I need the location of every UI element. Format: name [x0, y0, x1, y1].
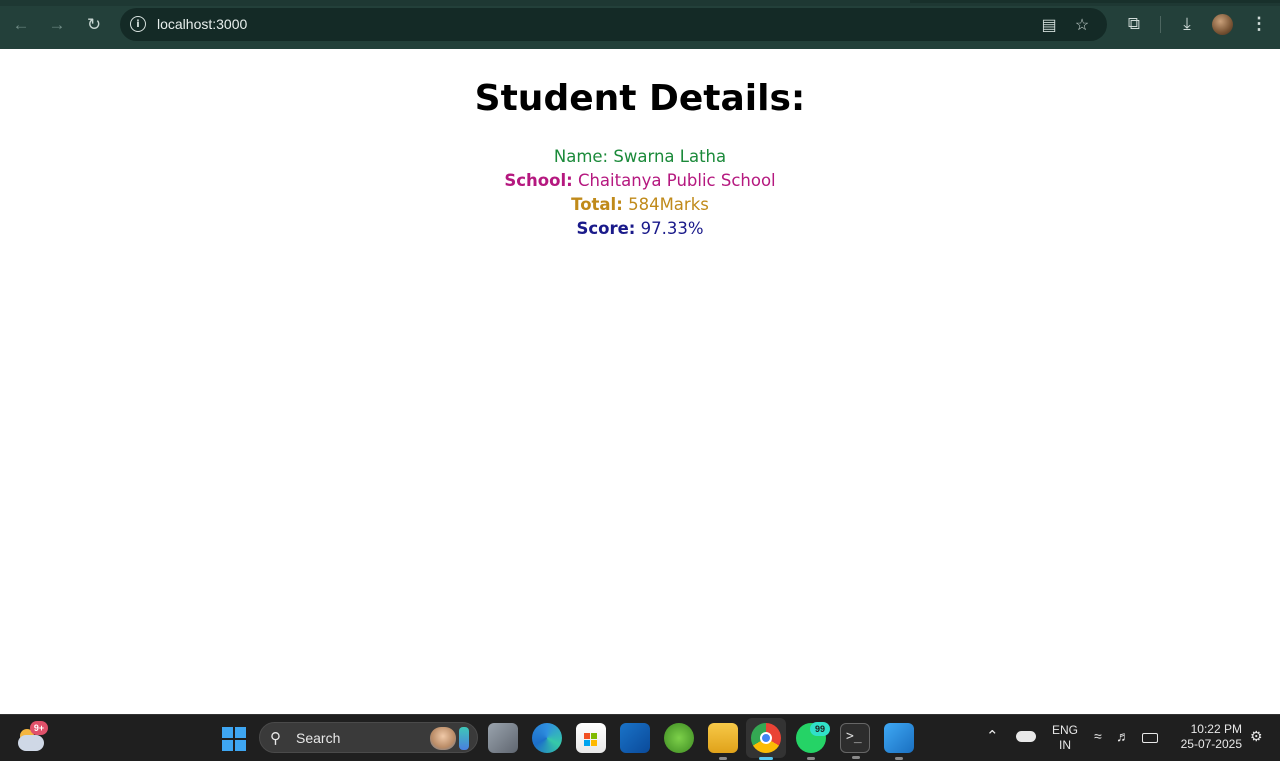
- language-line1: ENG: [1051, 723, 1078, 737]
- back-arrow-icon[interactable]: ←: [8, 12, 34, 38]
- running-indicator: [895, 757, 903, 760]
- chrome-center: [760, 732, 772, 744]
- battery-icon[interactable]: [1142, 733, 1158, 743]
- notification-bell-icon[interactable]: ⚙: [1250, 729, 1263, 744]
- school-row: School: Chaitanya Public School: [0, 169, 1280, 193]
- running-indicator: [719, 757, 727, 760]
- student-details: Name: Swarna Latha School: Chaitanya Pub…: [0, 145, 1280, 241]
- running-indicator: [807, 757, 815, 760]
- forward-arrow-icon[interactable]: →: [44, 12, 70, 38]
- start-windows-icon[interactable]: [219, 723, 249, 753]
- profile-avatar[interactable]: [1212, 14, 1233, 35]
- windows-logo-tile: [222, 740, 233, 751]
- terminal-prompt-glyph: >_: [846, 729, 862, 744]
- taskbar-search-label: Search: [296, 730, 341, 746]
- page-content: Student Details: Name: Swarna Latha Scho…: [0, 49, 1280, 714]
- windows-logo-tile: [235, 727, 246, 738]
- clock-date: 25-07-2025: [1180, 737, 1242, 751]
- vscode-icon[interactable]: [884, 723, 914, 760]
- clock[interactable]: 10:22 PM 25-07-2025: [1170, 722, 1242, 752]
- task-view-icon[interactable]: [488, 723, 518, 753]
- store-tile: [591, 733, 597, 739]
- school-value: Chaitanya Public School: [577, 171, 776, 190]
- toolbar-divider: [1160, 16, 1161, 33]
- search-highlight-dna-icon: [459, 727, 469, 750]
- weather-badge: 9+: [30, 721, 48, 735]
- file-explorer-icon[interactable]: [708, 723, 738, 760]
- language-indicator[interactable]: ENG IN: [1050, 723, 1080, 753]
- spring-tool-icon[interactable]: [664, 723, 694, 753]
- name-label: Name:: [553, 147, 609, 166]
- name-row: Name: Swarna Latha: [0, 145, 1280, 169]
- whatsapp-badge: 99: [810, 722, 830, 736]
- browser-toolbar: ← → ↻ i localhost:3000 ▤ ☆ ⧉ ⤓ ⋮: [0, 0, 1280, 49]
- menu-kebab-icon[interactable]: ⋮: [1247, 12, 1271, 36]
- search-icon: ⚲: [270, 730, 281, 747]
- name-value: Swarna Latha: [613, 147, 727, 166]
- tab-strip: [0, 0, 1280, 6]
- page-title: Student Details:: [474, 78, 806, 119]
- total-value: 584Marks: [628, 195, 709, 214]
- edge-icon[interactable]: [532, 723, 562, 753]
- total-label: Total:: [571, 195, 623, 214]
- downloads-icon[interactable]: ⤓: [1175, 12, 1199, 36]
- address-bar-url[interactable]: localhost:3000: [157, 16, 247, 32]
- clock-time: 10:22 PM: [1190, 722, 1242, 736]
- wifi-icon[interactable]: ≈: [1094, 729, 1102, 744]
- running-indicator: [852, 756, 860, 759]
- score-label: Score:: [576, 219, 636, 238]
- tab-strip-hint: [910, 0, 1280, 3]
- cloud-icon: [18, 735, 44, 751]
- store-tile: [584, 733, 590, 739]
- running-indicator: [759, 757, 773, 760]
- address-bar[interactable]: i localhost:3000 ▤ ☆: [120, 8, 1107, 41]
- language-line2: IN: [1059, 738, 1071, 752]
- reload-icon[interactable]: ↻: [81, 12, 107, 38]
- store-tile: [584, 740, 590, 746]
- bookmark-star-icon[interactable]: ☆: [1071, 14, 1093, 36]
- taskbar-search[interactable]: ⚲ Search: [259, 722, 478, 753]
- total-row: Total: 584Marks: [0, 193, 1280, 217]
- store-tile: [591, 740, 597, 746]
- school-label: School:: [504, 171, 573, 190]
- show-hidden-icons-chevron-icon[interactable]: ⌃: [986, 729, 999, 744]
- volume-icon[interactable]: ♬: [1116, 729, 1130, 744]
- terminal-icon[interactable]: >_: [840, 723, 870, 759]
- windows-logo-tile: [222, 727, 233, 738]
- onedrive-cloud-icon[interactable]: [1016, 731, 1036, 742]
- microsoft-store-icon[interactable]: [576, 723, 606, 753]
- extensions-icon[interactable]: ⧉: [1122, 12, 1146, 36]
- site-info-icon[interactable]: i: [130, 16, 146, 32]
- score-value: 97.33%: [640, 219, 704, 238]
- windows-logo-tile: [235, 740, 246, 751]
- install-app-icon[interactable]: ▤: [1038, 14, 1060, 36]
- outlook-icon[interactable]: [620, 723, 650, 753]
- search-highlight-illustration: [430, 727, 456, 750]
- score-row: Score: 97.33%: [0, 217, 1280, 241]
- chrome-icon[interactable]: [751, 723, 781, 760]
